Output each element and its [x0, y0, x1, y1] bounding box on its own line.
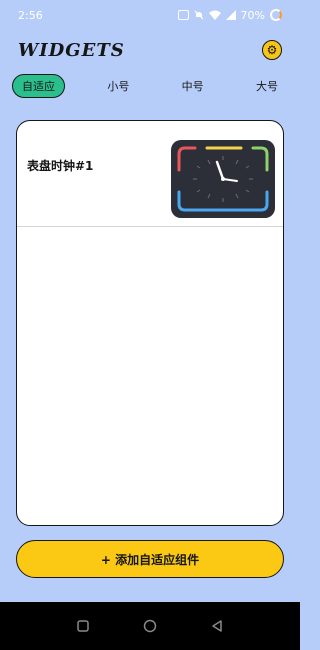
clock-face-icon — [177, 146, 269, 212]
tab-medium[interactable]: 中号 — [172, 74, 214, 98]
battery-icon — [270, 9, 282, 21]
recents-button[interactable] — [76, 619, 90, 633]
tab-large[interactable]: 大号 — [246, 74, 288, 98]
back-icon — [211, 620, 222, 632]
back-button[interactable] — [210, 619, 224, 633]
system-nav-bar — [0, 602, 300, 650]
status-time: 2:56 — [18, 8, 43, 22]
gear-icon: ⚙ — [266, 43, 278, 57]
battery-percent: 70% — [240, 8, 265, 22]
home-button[interactable] — [143, 619, 157, 633]
signal-icon — [225, 10, 236, 20]
app-title: WIDGETS — [18, 39, 125, 61]
widget-list-item[interactable]: 表盘时钟#1 — [17, 121, 283, 227]
settings-button[interactable]: ⚙ — [262, 40, 282, 60]
clock-widget-preview — [171, 140, 275, 218]
recents-icon — [77, 620, 90, 632]
tab-small[interactable]: 小号 — [97, 74, 139, 98]
status-bar: 2:56 70% — [0, 0, 300, 30]
app-header: WIDGETS ⚙ — [0, 34, 300, 66]
widget-list-card: 表盘时钟#1 — [16, 120, 284, 526]
status-icons: 70% — [177, 8, 282, 22]
add-adaptive-widget-button[interactable]: + 添加自适应组件 — [16, 540, 284, 578]
screenshot-icon — [177, 10, 189, 20]
home-icon — [143, 619, 157, 633]
tab-adaptive[interactable]: 自适应 — [12, 74, 65, 98]
widget-name: 表盘时钟#1 — [27, 159, 94, 173]
mute-icon — [194, 10, 203, 20]
size-tabs: 自适应 小号 中号 大号 — [12, 74, 288, 98]
wifi-icon — [208, 10, 221, 20]
